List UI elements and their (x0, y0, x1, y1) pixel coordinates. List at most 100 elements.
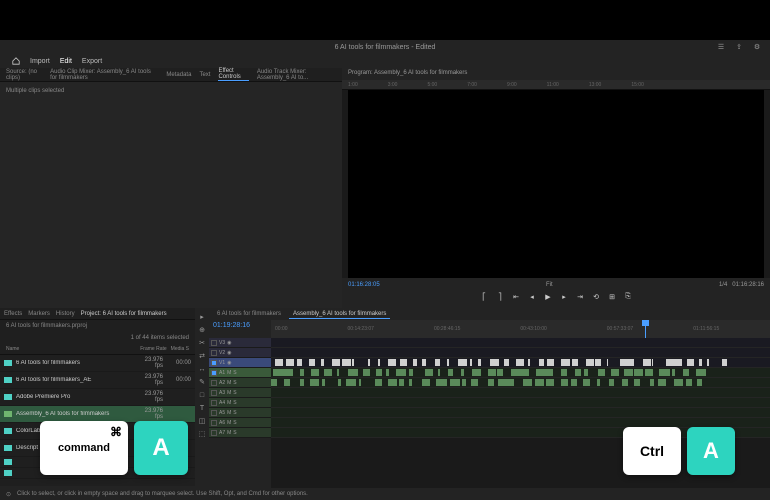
video-clip[interactable] (652, 359, 654, 366)
workspaces-icon[interactable]: ☰ (716, 42, 726, 52)
tab-audio-clip-mixer[interactable]: Audio Clip Mixer: Assembly_6 AI tools fo… (50, 69, 158, 81)
audio-track-a2[interactable] (271, 378, 770, 388)
tab-effects[interactable]: Effects (4, 311, 22, 317)
audio-clip[interactable] (583, 379, 590, 386)
goto-in-button[interactable]: ⇤ (511, 292, 521, 302)
audio-track-a5[interactable] (271, 408, 770, 418)
tab-project[interactable]: Project: 6 AI tools for filmmakers (81, 311, 167, 317)
audio-clip[interactable] (425, 369, 433, 376)
video-clip[interactable] (643, 359, 651, 366)
mute-icon[interactable]: M (227, 390, 231, 396)
audio-clip[interactable] (609, 379, 615, 386)
audio-clip[interactable] (300, 379, 304, 386)
audio-clip[interactable] (521, 369, 528, 376)
tab-import[interactable]: Import (30, 58, 50, 65)
audio-clip[interactable] (386, 369, 389, 376)
track-toggle[interactable] (211, 380, 217, 386)
video-track-v2[interactable] (271, 348, 770, 358)
audio-clip[interactable] (536, 369, 546, 376)
audio-clip[interactable] (598, 369, 606, 376)
tool-4[interactable]: ↔ (197, 364, 207, 374)
video-clip[interactable] (332, 359, 340, 366)
audio-clip[interactable] (672, 369, 675, 376)
video-clip[interactable] (528, 359, 530, 366)
audio-clip[interactable] (396, 369, 405, 376)
video-clip[interactable] (722, 359, 727, 366)
video-clip[interactable] (666, 359, 674, 366)
program-timecode-right[interactable]: 01:16:28:16 (732, 282, 764, 288)
audio-clip[interactable] (561, 379, 568, 386)
audio-clip[interactable] (337, 369, 339, 376)
mark-out-button[interactable]: ⎤ (495, 292, 505, 302)
eye-icon[interactable]: ◉ (227, 350, 231, 356)
track-header-a7[interactable]: A7MS (209, 428, 271, 438)
audio-clip[interactable] (650, 379, 654, 386)
audio-clip[interactable] (450, 379, 459, 386)
audio-clip[interactable] (399, 379, 405, 386)
audio-clip[interactable] (575, 369, 581, 376)
track-header-a6[interactable]: A6MS (209, 418, 271, 428)
video-clip[interactable] (595, 359, 601, 366)
video-clip[interactable] (368, 359, 370, 366)
mute-icon[interactable]: M (227, 400, 231, 406)
audio-clip[interactable] (359, 379, 362, 386)
video-clip[interactable] (490, 359, 499, 366)
video-clip[interactable] (321, 359, 325, 366)
audio-clip[interactable] (658, 379, 666, 386)
resolution-dropdown[interactable]: 1/4 (719, 282, 727, 288)
mute-icon[interactable]: M (227, 430, 231, 436)
mute-icon[interactable]: M (227, 420, 231, 426)
tool-1[interactable]: ⊕ (197, 325, 207, 335)
timeline-ruler[interactable]: 00:00 00:14:23:07 00:28:46:15 00:43:10:0… (271, 320, 770, 338)
sequence-tab-2[interactable]: Assembly_6 AI tools for filmmakers (289, 310, 390, 319)
audio-clip[interactable] (535, 379, 543, 386)
track-toggle[interactable] (211, 370, 217, 376)
program-viewer[interactable] (348, 90, 764, 278)
step-back-button[interactable]: ◂ (527, 292, 537, 302)
track-toggle[interactable] (211, 340, 217, 346)
tool-3[interactable]: ⇄ (197, 351, 207, 361)
solo-icon[interactable]: S (233, 380, 236, 386)
audio-clip[interactable] (508, 379, 514, 386)
track-header-v2[interactable]: V2◉ (209, 348, 271, 358)
track-toggle[interactable] (211, 410, 217, 416)
tab-effect-controls[interactable]: Effect Controls (218, 68, 248, 81)
audio-clip[interactable] (634, 369, 643, 376)
audio-clip[interactable] (471, 379, 479, 386)
audio-clip[interactable] (375, 379, 382, 386)
eye-icon[interactable]: ◉ (227, 340, 231, 346)
audio-clip[interactable] (409, 379, 413, 386)
video-clip[interactable] (422, 359, 425, 366)
tool-6[interactable]: □ (197, 390, 207, 400)
audio-clip[interactable] (388, 379, 397, 386)
tool-0[interactable]: ▸ (197, 312, 207, 322)
audio-clip[interactable] (324, 369, 332, 376)
fit-dropdown[interactable]: Fit (546, 282, 553, 288)
video-track-v1[interactable] (271, 358, 770, 368)
video-clip[interactable] (275, 359, 283, 366)
audio-clip[interactable] (363, 369, 370, 376)
tab-source[interactable]: Source: (no clips) (6, 69, 42, 81)
audio-clip[interactable] (409, 369, 413, 376)
project-breadcrumb[interactable]: 6 AI tools for filmmakers.prproj (6, 323, 87, 329)
track-toggle[interactable] (211, 420, 217, 426)
tool-9[interactable]: ⬚ (197, 429, 207, 439)
audio-clip[interactable] (546, 369, 553, 376)
mark-in-button[interactable]: ⎡ (479, 292, 489, 302)
audio-clip[interactable] (462, 379, 466, 386)
track-header-a3[interactable]: A3MS (209, 388, 271, 398)
audio-clip[interactable] (310, 379, 319, 386)
video-track-v3[interactable] (271, 338, 770, 348)
audio-clip[interactable] (348, 369, 358, 376)
track-toggle[interactable] (211, 390, 217, 396)
quick-export-icon[interactable]: ⚙ (752, 42, 762, 52)
tab-history[interactable]: History (56, 311, 75, 317)
audio-clip[interactable] (546, 379, 554, 386)
video-clip[interactable] (309, 359, 315, 366)
audio-clip[interactable] (571, 379, 577, 386)
goto-out-button[interactable]: ⇥ (575, 292, 585, 302)
video-clip[interactable] (470, 359, 472, 366)
video-clip[interactable] (297, 359, 302, 366)
video-clip[interactable] (504, 359, 509, 366)
video-clip[interactable] (586, 359, 595, 366)
